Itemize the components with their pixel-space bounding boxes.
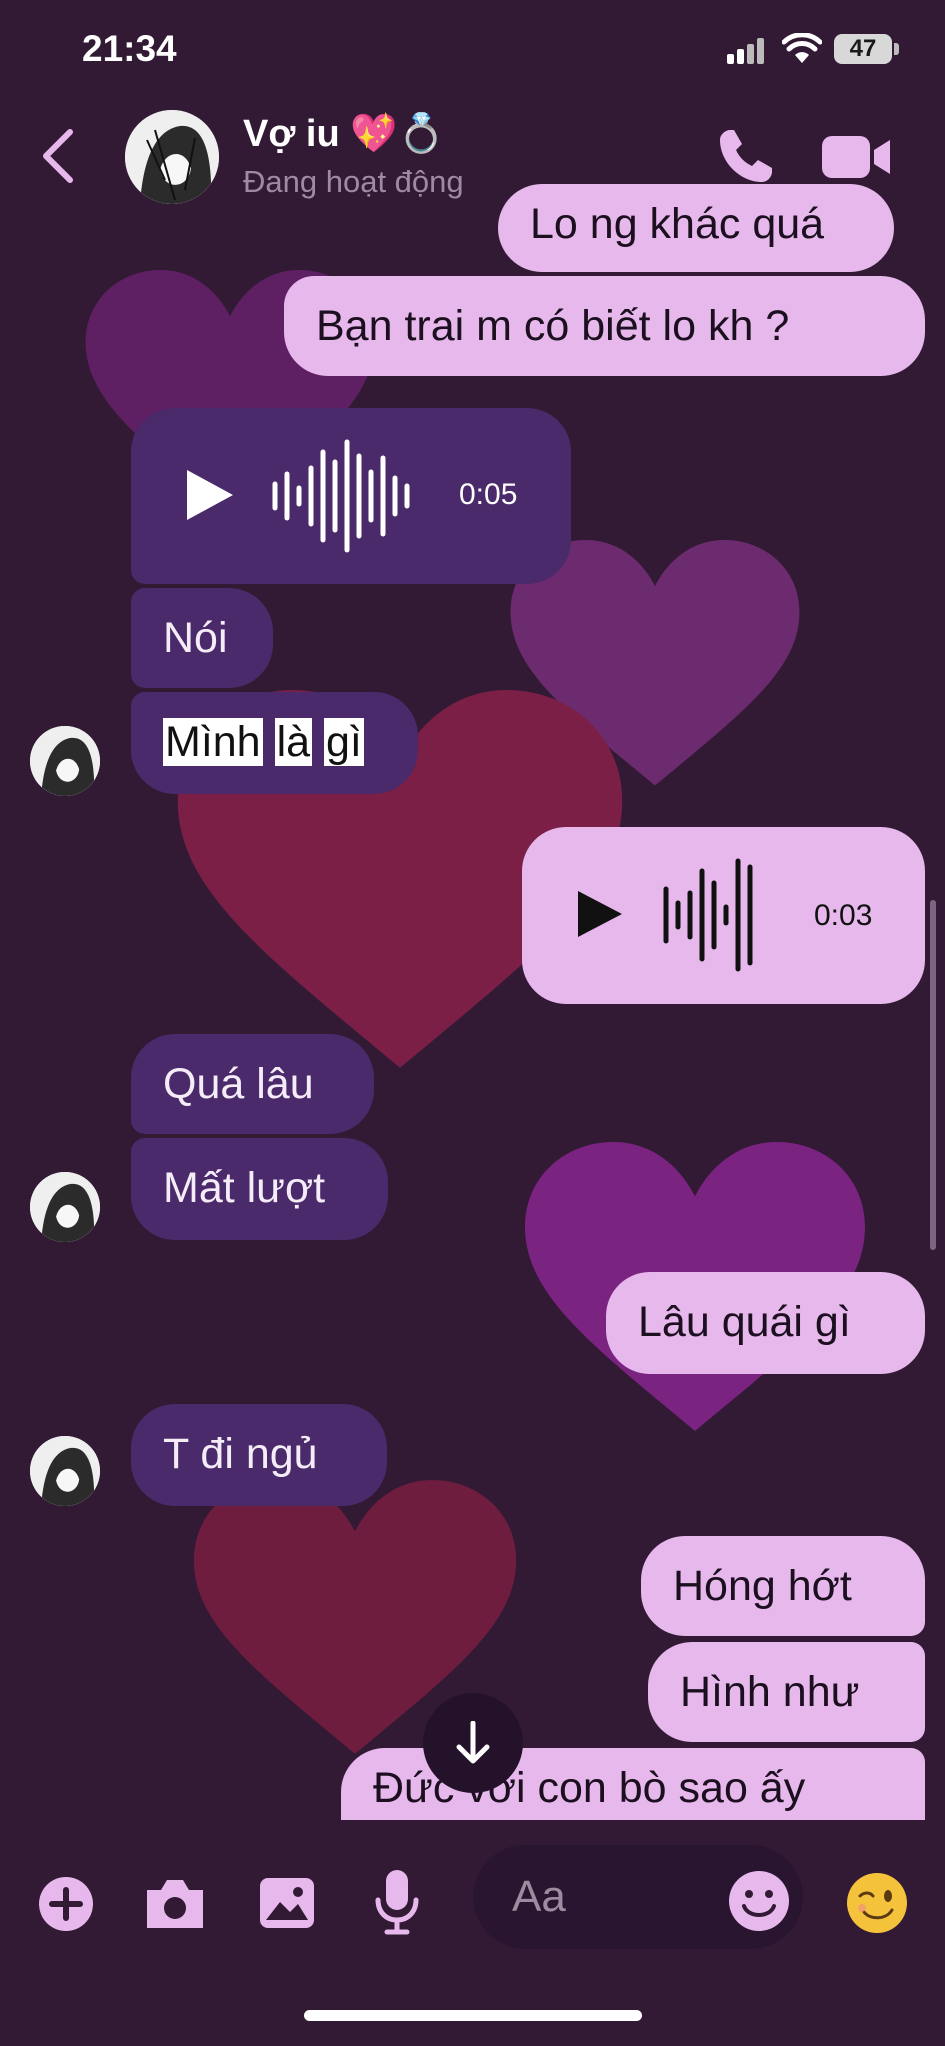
message-bubble-outgoing[interactable]: Bạn trai m có biết lo kh ? (284, 276, 925, 376)
message-bubble-incoming[interactable]: Mất lượt (131, 1138, 388, 1240)
message-bubble-outgoing[interactable]: Hóng hớt (641, 1536, 925, 1636)
audio-waveform-icon (663, 858, 753, 972)
arrow-down-icon (456, 1721, 490, 1764)
camera-icon[interactable] (143, 1878, 207, 1930)
wifi-icon (782, 33, 822, 63)
message-bubble-outgoing[interactable]: Hình như (648, 1642, 925, 1742)
message-text: Lo ng khác quá (530, 200, 825, 248)
scroll-to-bottom-button[interactable] (423, 1693, 523, 1793)
message-text: Bạn trai m có biết lo kh ? (316, 302, 790, 350)
contact-name[interactable]: Vợ iu 💖💍 (243, 112, 445, 156)
message-bubble-incoming[interactable]: Mình là gì (131, 692, 418, 794)
sender-avatar[interactable] (30, 1172, 100, 1242)
message-text: Nói (163, 614, 228, 662)
highlighted-word: là (274, 718, 313, 766)
play-icon[interactable] (185, 468, 235, 522)
message-text: T đi ngủ (163, 1430, 318, 1478)
message-text: Lâu quái gì (638, 1298, 851, 1346)
phone-call-icon[interactable] (716, 126, 776, 186)
message-text: Hóng hớt (673, 1562, 852, 1610)
cellular-signal-icon (727, 38, 764, 64)
home-indicator (304, 2010, 642, 2021)
message-text: Quá lâu (163, 1060, 314, 1108)
video-call-icon[interactable] (822, 134, 892, 180)
message-text: Hình như (680, 1668, 860, 1716)
quick-reaction-wink-emoji-icon[interactable] (846, 1872, 908, 1934)
audio-waveform-icon (272, 439, 410, 553)
message-bubble-incoming[interactable]: Nói (131, 588, 273, 688)
highlighted-word: gì (323, 718, 364, 766)
message-bubble-incoming[interactable]: T đi ngủ (131, 1404, 387, 1506)
message-input-placeholder: Aa (512, 1872, 566, 1921)
battery-cap (894, 43, 899, 55)
highlighted-word: Mình (163, 718, 263, 766)
sender-avatar[interactable] (30, 1436, 100, 1506)
play-icon[interactable] (576, 889, 624, 939)
sender-avatar[interactable] (30, 726, 100, 796)
voice-duration: 0:03 (814, 899, 873, 932)
active-status: Đang hoạt động (243, 164, 464, 199)
message-bubble-incoming[interactable]: Quá lâu (131, 1034, 374, 1134)
message-text: Mất lượt (163, 1164, 326, 1212)
voice-message-outgoing[interactable]: 0:03 (522, 827, 925, 1004)
plus-icon[interactable] (38, 1876, 94, 1932)
message-bubble-outgoing[interactable]: Lâu quái gì (606, 1272, 925, 1374)
microphone-icon[interactable] (372, 1868, 422, 1936)
voice-duration: 0:05 (459, 478, 518, 511)
contact-avatar[interactable] (125, 110, 219, 204)
message-bubble-outgoing[interactable]: Lo ng khác quá (498, 184, 894, 272)
back-chevron-icon[interactable] (38, 128, 78, 184)
emoji-icon[interactable] (728, 1870, 790, 1932)
battery-indicator: 47 (834, 34, 892, 64)
voice-message-incoming[interactable]: 0:05 (131, 408, 571, 584)
photo-gallery-icon[interactable] (258, 1876, 316, 1930)
status-time: 21:34 (82, 28, 177, 69)
scroll-indicator[interactable] (930, 900, 936, 1250)
